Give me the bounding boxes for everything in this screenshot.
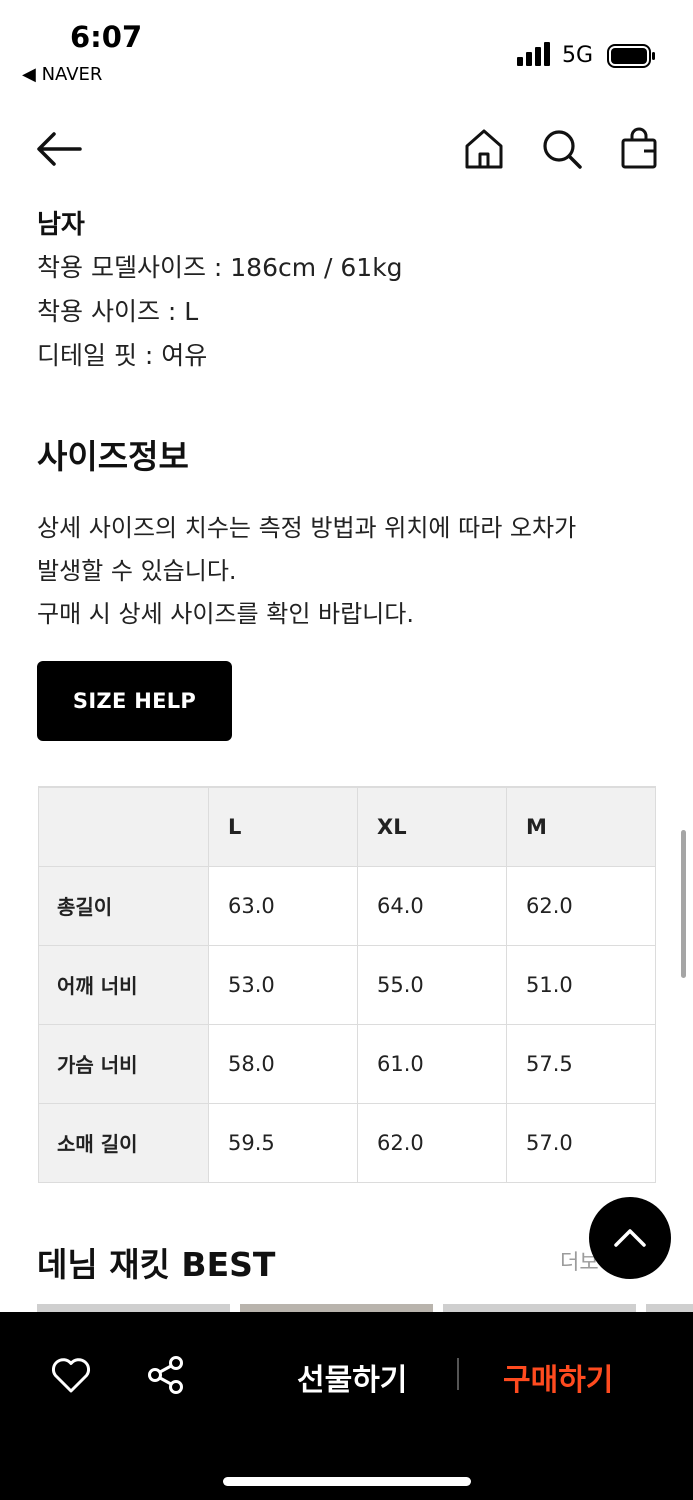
search-icon[interactable] — [539, 126, 585, 172]
table-cell: 55.0 — [357, 944, 507, 1025]
model-size-line: 착용 모델사이즈 : 186cm / 61kg — [37, 253, 403, 282]
network-type: 5G — [562, 43, 594, 68]
buy-button[interactable]: 구매하기 — [503, 1355, 613, 1399]
product-thumbnail[interactable] — [37, 1304, 230, 1312]
home-icon[interactable] — [461, 126, 507, 172]
row-label: 어깨 너비 — [38, 944, 209, 1025]
home-indicator[interactable] — [223, 1477, 471, 1486]
product-thumbnail[interactable] — [443, 1304, 636, 1312]
size-table: L XL M 총길이 63.0 64.0 62.0 어깨 너비 53.0 55.… — [38, 786, 656, 1183]
size-table-header-cell: XL — [357, 786, 507, 867]
row-label: 가슴 너비 — [38, 1023, 209, 1104]
table-cell: 61.0 — [357, 1023, 507, 1104]
table-row: 총길이 63.0 64.0 62.0 — [38, 865, 656, 946]
table-cell: 64.0 — [357, 865, 507, 946]
shopping-bag-icon[interactable] — [616, 126, 662, 172]
table-row: 소매 길이 59.5 62.0 57.0 — [38, 1102, 656, 1183]
table-row: 가슴 너비 58.0 61.0 57.5 — [38, 1023, 656, 1104]
scrollbar[interactable] — [681, 830, 686, 978]
gift-button[interactable]: 선물하기 — [297, 1355, 407, 1399]
status-time: 6:07 — [70, 20, 143, 54]
best-section-title: 데님 재킷 BEST — [37, 1245, 276, 1284]
back-to-app-link[interactable]: ◀ NAVER — [22, 64, 102, 85]
size-table-header-row: L XL M — [38, 786, 656, 867]
table-cell: 53.0 — [208, 944, 358, 1025]
worn-size-line: 착용 사이즈 : L — [37, 297, 199, 326]
cellular-signal-icon — [517, 42, 550, 66]
model-gender: 남자 — [37, 210, 85, 240]
table-cell: 57.5 — [506, 1023, 656, 1104]
row-label: 총길이 — [38, 865, 209, 946]
row-label: 소매 길이 — [38, 1102, 209, 1183]
size-table-header-cell: M — [506, 786, 656, 867]
product-thumbnail[interactable] — [240, 1304, 433, 1312]
battery-icon — [607, 44, 655, 68]
detail-fit-line: 디테일 핏 : 여유 — [37, 341, 208, 370]
bottom-action-bar — [0, 1312, 693, 1500]
heart-icon[interactable] — [50, 1355, 92, 1395]
size-description-line: 구매 시 상세 사이즈를 확인 바랍니다. — [37, 600, 414, 628]
product-thumbnail[interactable] — [646, 1304, 693, 1312]
table-cell: 62.0 — [357, 1102, 507, 1183]
size-help-button[interactable]: SIZE HELP — [37, 661, 232, 741]
size-table-header-cell — [38, 786, 209, 867]
table-cell: 51.0 — [506, 944, 656, 1025]
size-description-line: 발생할 수 있습니다. — [37, 557, 237, 585]
size-info-title: 사이즈정보 — [37, 437, 189, 476]
size-description-line: 상세 사이즈의 치수는 측정 방법과 위치에 따라 오차가 — [37, 514, 577, 542]
action-divider — [457, 1358, 459, 1390]
table-cell: 63.0 — [208, 865, 358, 946]
status-bar: 6:07 ◀ NAVER 5G — [0, 0, 693, 100]
table-cell: 58.0 — [208, 1023, 358, 1104]
size-table-header-cell: L — [208, 786, 358, 867]
share-icon[interactable] — [145, 1354, 187, 1396]
scroll-to-top-button[interactable] — [589, 1197, 671, 1279]
arrow-left-icon[interactable] — [34, 128, 84, 170]
table-cell: 57.0 — [506, 1102, 656, 1183]
table-cell: 62.0 — [506, 865, 656, 946]
table-row: 어깨 너비 53.0 55.0 51.0 — [38, 944, 656, 1025]
chevron-up-icon — [614, 1229, 646, 1247]
table-cell: 59.5 — [208, 1102, 358, 1183]
